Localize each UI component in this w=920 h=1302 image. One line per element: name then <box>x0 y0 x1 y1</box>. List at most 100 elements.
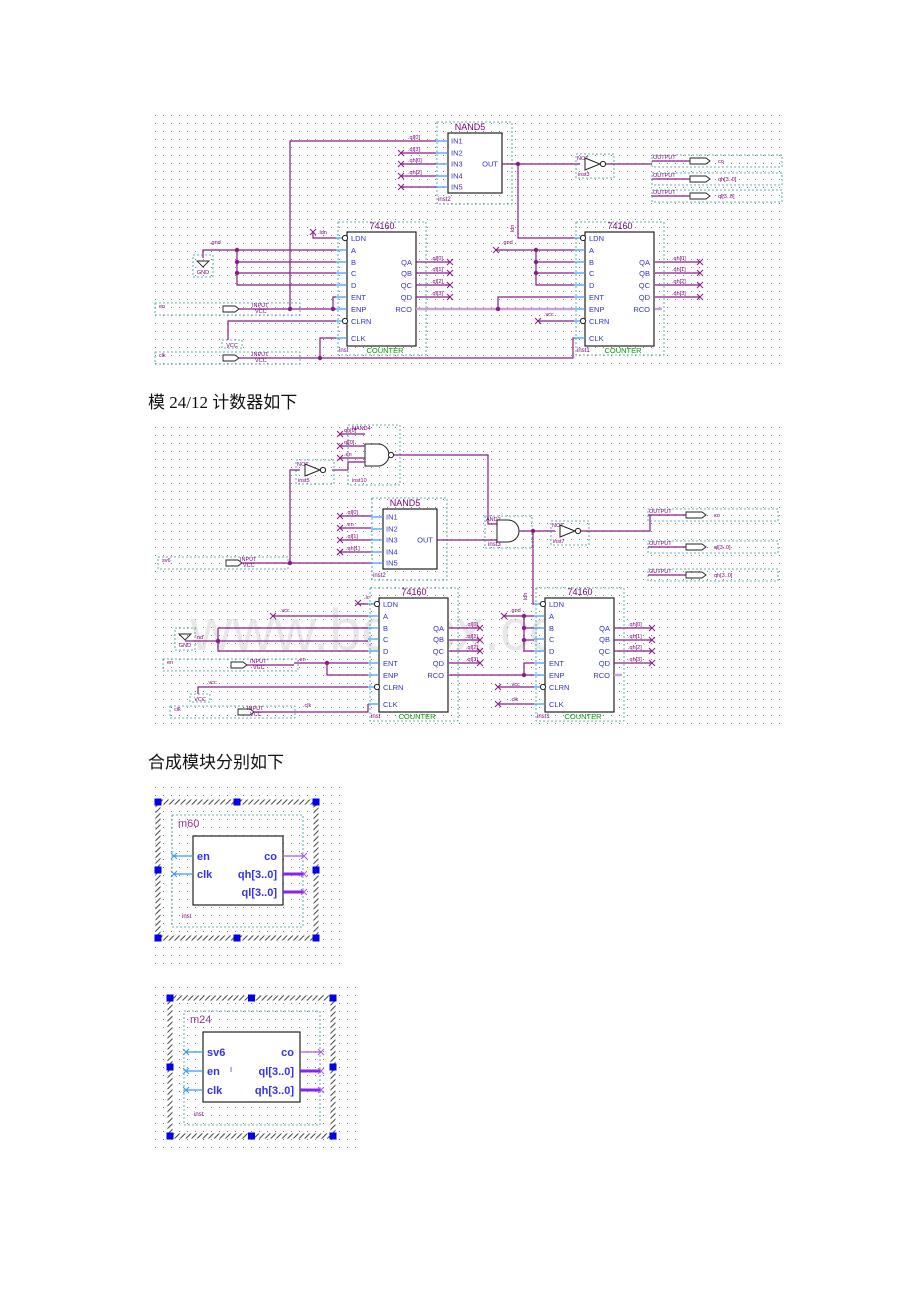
pin-in4: IN4 <box>386 548 398 557</box>
nand4-input-label: qh[0] <box>344 428 357 434</box>
gnd-label: nd <box>197 635 203 641</box>
s1-nand5-title: NAND5 <box>455 122 486 132</box>
pin-in2: IN2 <box>451 149 463 158</box>
pin-qd: QD <box>433 659 445 668</box>
pin-d: D <box>549 647 555 656</box>
pin-qa: QA <box>433 624 444 633</box>
pin-enp: ENP <box>351 305 366 314</box>
q-output-label: .ql[0] <box>431 256 443 262</box>
pin-co: co <box>281 1047 294 1059</box>
input-clk-label: clk <box>174 707 181 713</box>
pin-in5: IN5 <box>451 183 463 192</box>
q-output-label: .ql[1] <box>431 267 443 273</box>
pin-enp: ENP <box>549 671 564 680</box>
selection-handle[interactable] <box>233 798 241 806</box>
pin-b: B <box>351 258 356 267</box>
pin-b: B <box>549 624 554 633</box>
selection-handle[interactable] <box>233 934 241 942</box>
nand5-input-label: .ql[1] <box>346 534 358 540</box>
output-tag: OUTPUT <box>653 190 676 196</box>
pin-qb: QB <box>639 269 650 278</box>
q-output-label: .qh[0] <box>672 256 686 262</box>
pin-in5: IN5 <box>386 559 398 568</box>
nand5-input-label: .en <box>346 522 354 528</box>
output-pin-icon <box>689 175 711 183</box>
selection-handle[interactable] <box>154 798 162 806</box>
en-label: .en <box>298 657 306 663</box>
inversion-bubble-icon <box>539 683 547 691</box>
s1-gnd-label: GND <box>197 270 209 276</box>
output-qh-label: qh[3..0] <box>718 177 737 183</box>
pin-qd: QD <box>639 293 651 302</box>
pin-co: co <box>264 851 277 863</box>
junction-dot <box>215 638 221 644</box>
selection-handle[interactable] <box>166 1063 174 1071</box>
nand4-inst: inst10 <box>352 478 367 484</box>
schematic-canvas: NAND5 IN1 IN2 IN3 IN4 IN5 OUT inst2 .ql[3] .qh[0]… <box>148 108 785 1155</box>
pin-clrn: CLRN <box>383 683 403 692</box>
clk-label: .clk <box>510 697 519 703</box>
selection-handle[interactable] <box>329 1132 337 1140</box>
selection-handle[interactable] <box>312 798 320 806</box>
nand-input-label: .ql[3] <box>408 147 420 153</box>
pin-clk: CLK <box>549 700 564 709</box>
pin-clrn: CLRN <box>589 317 609 326</box>
pin-qc: QC <box>599 647 611 656</box>
output-tag: OUTPUT <box>653 155 676 161</box>
pin-d: D <box>351 281 357 290</box>
inversion-bubble-icon <box>574 527 582 535</box>
selection-handle[interactable] <box>312 866 320 874</box>
pin-rco: RCO <box>427 671 444 680</box>
pin-ent: ENT <box>351 293 366 302</box>
pin-qa: QA <box>401 258 412 267</box>
s1-nand5-inst: inst2 <box>438 197 451 203</box>
pin-d: D <box>589 281 595 290</box>
pin-enp: ENP <box>589 305 604 314</box>
selection-handle[interactable] <box>154 866 162 874</box>
selection-handle[interactable] <box>154 934 162 942</box>
clk-label: .clk <box>303 703 312 709</box>
selection-handle[interactable] <box>329 994 337 1002</box>
selection-handle[interactable] <box>248 994 255 1002</box>
pin-in1: IN1 <box>386 513 398 522</box>
selection-handle[interactable] <box>329 1063 337 1071</box>
pin-enp: ENP <box>383 671 398 680</box>
selection-handle[interactable] <box>166 994 174 1002</box>
output-pin-icon <box>689 157 711 165</box>
vcc-tag: VCC <box>255 358 267 364</box>
input-clk-label: clk <box>159 353 166 359</box>
pin-ldn: LDN <box>549 600 564 609</box>
pin-c: C <box>383 635 389 644</box>
pin-in4: IN4 <box>451 172 463 181</box>
s2-not2-inst: inst7 <box>553 539 565 545</box>
pin-a: A <box>549 612 554 621</box>
selection-handle[interactable] <box>248 1132 255 1140</box>
inversion-bubble-icon <box>599 160 607 168</box>
pin-in3: IN3 <box>451 160 463 169</box>
pin-ent: ENT <box>549 659 564 668</box>
selection-handle[interactable] <box>166 1132 174 1140</box>
selection-handle[interactable] <box>312 934 320 942</box>
nand-input-label: .ql[0] <box>408 135 420 141</box>
pin-en: en <box>197 851 210 863</box>
pin-b: B <box>589 258 594 267</box>
s1-vcc-label: VCC <box>226 343 238 349</box>
pin-clrn: CLRN <box>351 317 371 326</box>
gnd-label: .gnd <box>510 608 521 614</box>
m24-name: m24 <box>190 1014 211 1026</box>
junction-dot <box>521 625 527 631</box>
and2-inst: inst3 <box>488 542 501 548</box>
pin-clk: CLK <box>589 334 604 343</box>
q-output-label: .ql[2] <box>431 279 443 285</box>
s2-counter2-inst: inst1 <box>537 714 550 720</box>
q-output-label: .ql[1] <box>466 634 478 640</box>
s1-not-inst: inst3 <box>578 172 590 178</box>
output-co-label: co <box>714 513 720 519</box>
s1-counter2-type: COUNTER <box>604 346 642 355</box>
input-en-label: en <box>159 304 165 310</box>
pin-ldn: LDN <box>383 600 398 609</box>
pin-ent: ENT <box>383 659 398 668</box>
pin-c: C <box>351 269 357 278</box>
q-output-label: .ql[0] <box>466 622 478 628</box>
pin-c: C <box>549 635 555 644</box>
